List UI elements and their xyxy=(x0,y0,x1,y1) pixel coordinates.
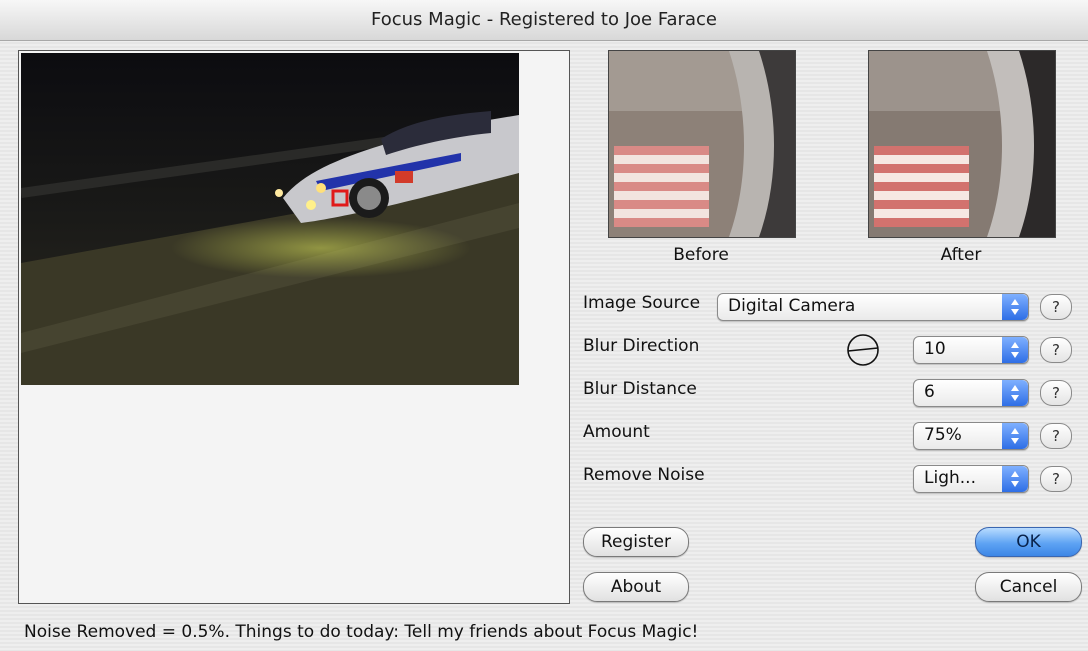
after-image xyxy=(869,51,1055,237)
before-thumbnail xyxy=(608,50,796,238)
amount-select[interactable]: 75% xyxy=(913,422,1029,450)
remove-noise-label: Remove Noise xyxy=(583,465,705,485)
window-title: Focus Magic - Registered to Joe Farace xyxy=(0,0,1088,41)
remove-noise-select[interactable]: Ligh... xyxy=(913,465,1029,493)
cancel-button[interactable]: Cancel xyxy=(975,572,1082,602)
blur-direction-select[interactable]: 10 xyxy=(913,336,1029,364)
about-button[interactable]: About xyxy=(583,572,689,602)
blur-distance-select[interactable]: 6 xyxy=(913,379,1029,407)
updown-arrows-icon xyxy=(1002,337,1028,363)
blur-distance-help-button[interactable]: ? xyxy=(1040,380,1072,406)
status-text: Noise Removed = 0.5%. Things to do today… xyxy=(24,622,699,642)
image-source-help-button[interactable]: ? xyxy=(1040,294,1072,320)
ok-button[interactable]: OK xyxy=(975,527,1082,557)
blur-direction-value: 10 xyxy=(924,339,946,359)
preview-frame[interactable] xyxy=(18,50,570,604)
remove-noise-value: Ligh... xyxy=(924,468,976,488)
image-source-label: Image Source xyxy=(583,293,701,313)
amount-label: Amount xyxy=(583,422,650,442)
remove-noise-help-button[interactable]: ? xyxy=(1040,466,1072,492)
updown-arrows-icon xyxy=(1002,380,1028,406)
image-source-value: Digital Camera xyxy=(728,296,856,316)
image-source-select[interactable]: Digital Camera xyxy=(717,293,1029,321)
updown-arrows-icon xyxy=(1002,294,1028,320)
amount-help-button[interactable]: ? xyxy=(1040,423,1072,449)
updown-arrows-icon xyxy=(1002,466,1028,492)
amount-value: 75% xyxy=(924,425,962,445)
updown-arrows-icon xyxy=(1002,423,1028,449)
after-thumbnail xyxy=(868,50,1056,238)
blur-direction-label: Blur Direction xyxy=(583,336,700,356)
focus-magic-dialog: Focus Magic - Registered to Joe Farace B… xyxy=(0,0,1088,651)
before-image xyxy=(609,51,795,237)
race-car-photo xyxy=(21,53,519,385)
before-label: Before xyxy=(673,245,729,265)
blur-distance-label: Blur Distance xyxy=(583,379,697,399)
register-button[interactable]: Register xyxy=(583,527,689,557)
blur-direction-help-button[interactable]: ? xyxy=(1040,337,1072,363)
blur-direction-dial-icon[interactable] xyxy=(846,333,880,367)
blur-distance-value: 6 xyxy=(924,382,935,402)
preview-photo[interactable] xyxy=(21,53,519,385)
after-label: After xyxy=(940,245,982,265)
